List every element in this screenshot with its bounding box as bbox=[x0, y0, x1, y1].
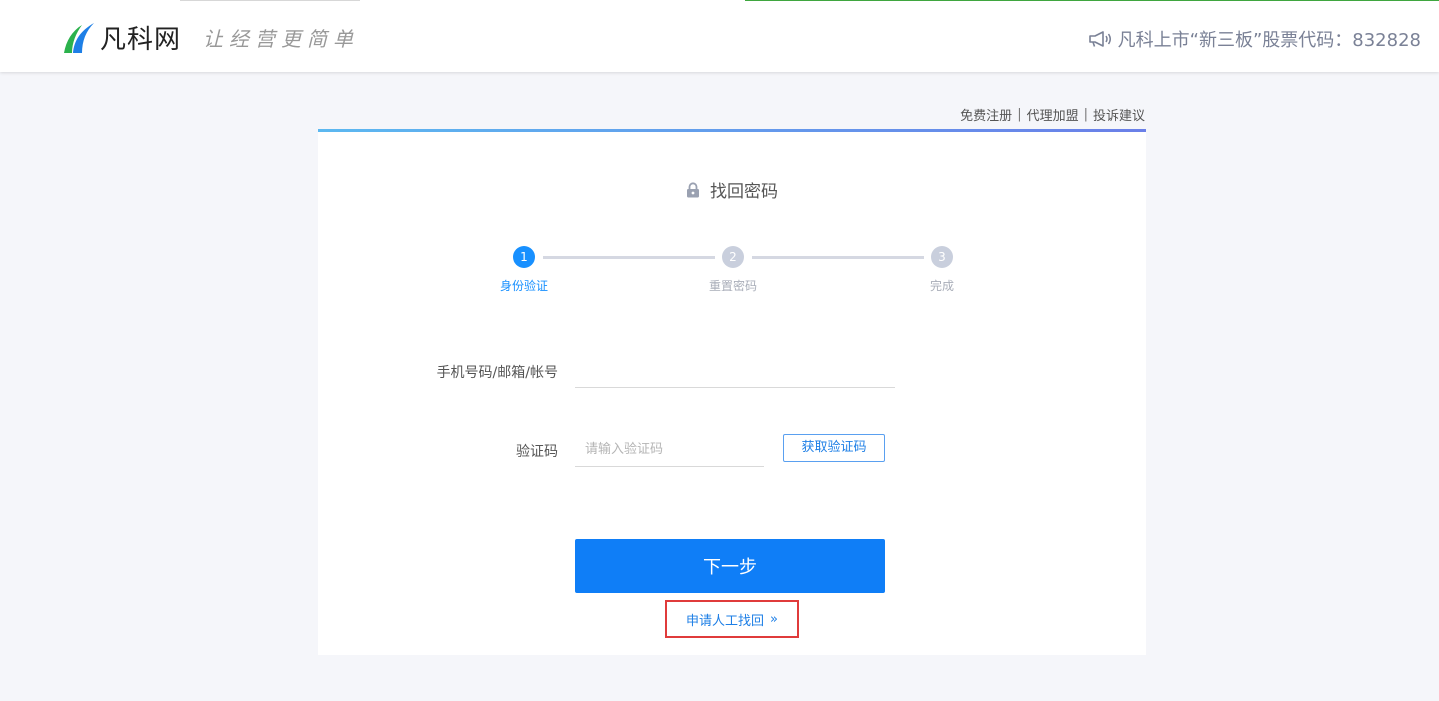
manual-recovery-link[interactable]: 申请人工找回 » bbox=[665, 600, 799, 638]
account-label: 手机号码/邮箱/帐号 bbox=[436, 365, 558, 381]
step-identity: 1 身份验证 bbox=[484, 246, 564, 294]
brand-name: 凡科网 bbox=[100, 24, 182, 55]
step-number: 3 bbox=[931, 246, 953, 268]
code-label: 验证码 bbox=[516, 444, 558, 460]
logo-icon bbox=[60, 19, 96, 55]
manual-recovery-label: 申请人工找回 bbox=[686, 613, 765, 629]
step-label: 身份验证 bbox=[499, 279, 548, 293]
megaphone-icon bbox=[1088, 31, 1111, 47]
recover-password-card: 找回密码 1 身份验证 2 重置密码 3 完成 手机号码/邮箱/帐号 验证码 获… bbox=[318, 129, 1146, 655]
stock-info: 凡科上市“新三板”股票代码：832828 bbox=[1088, 26, 1421, 52]
step-label: 完成 bbox=[929, 279, 954, 293]
link-separator: | bbox=[1017, 107, 1022, 122]
brand-slogan: 让经营更简单 bbox=[203, 26, 360, 51]
double-chevron-right-icon: » bbox=[770, 611, 778, 627]
step-complete: 3 完成 bbox=[902, 246, 982, 294]
verification-code-input[interactable] bbox=[575, 432, 764, 467]
stock-text: 凡科上市“新三板”股票代码：832828 bbox=[1117, 30, 1421, 51]
step-label: 重置密码 bbox=[708, 279, 757, 293]
account-input[interactable] bbox=[575, 354, 895, 388]
page-title-text: 找回密码 bbox=[710, 182, 778, 202]
complaint-link[interactable]: 投诉建议 bbox=[1093, 105, 1145, 124]
step-number: 2 bbox=[722, 246, 744, 268]
agent-link[interactable]: 代理加盟 bbox=[1027, 105, 1079, 124]
card-accent-bar bbox=[318, 129, 1146, 132]
top-progress-line bbox=[180, 0, 360, 1]
step-connector bbox=[543, 256, 715, 259]
lock-icon bbox=[687, 181, 699, 197]
top-header: 凡科网 让经营更简单 凡科上市“新三板”股票代码：832828 bbox=[0, 0, 1439, 72]
get-code-button[interactable]: 获取验证码 bbox=[783, 434, 885, 462]
register-link[interactable]: 免费注册 bbox=[960, 105, 1012, 124]
top-progress-line bbox=[745, 0, 1439, 1]
top-links: 免费注册 | 代理加盟 | 投诉建议 bbox=[960, 105, 1145, 124]
step-number: 1 bbox=[513, 246, 535, 268]
step-connector bbox=[752, 256, 924, 259]
next-step-button[interactable]: 下一步 bbox=[575, 539, 885, 593]
page-title: 找回密码 bbox=[318, 177, 1146, 202]
link-separator: | bbox=[1083, 107, 1088, 122]
brand-logo[interactable]: 凡科网 让经营更简单 bbox=[60, 18, 359, 56]
step-reset: 2 重置密码 bbox=[693, 246, 773, 294]
